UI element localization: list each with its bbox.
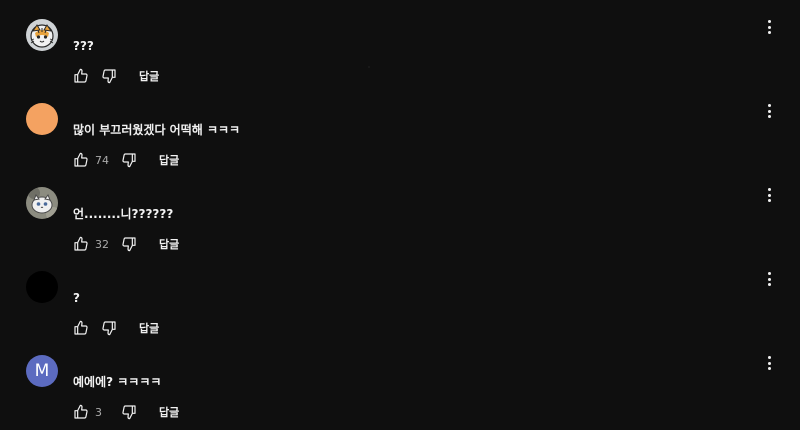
comment-item: ??? 답글 bbox=[0, 19, 800, 103]
more-vert-icon[interactable] bbox=[762, 103, 776, 119]
comment-text: 예에에? ㅋㅋㅋㅋ bbox=[73, 375, 162, 389]
comment-text: ??? bbox=[73, 39, 94, 53]
reply-button[interactable]: 답글 bbox=[139, 320, 159, 336]
reply-button[interactable]: 답글 bbox=[159, 236, 179, 252]
thumbs-up-icon[interactable] bbox=[73, 320, 89, 336]
comment-text: 언........니?????? bbox=[73, 207, 174, 221]
comment-actions: 3 답글 bbox=[73, 404, 179, 420]
reply-button[interactable]: 답글 bbox=[159, 404, 179, 420]
avatar[interactable] bbox=[26, 103, 58, 135]
comment-item: 언........니?????? 32 답글 bbox=[0, 187, 800, 271]
comment-actions: 74 답글 bbox=[73, 152, 179, 168]
avatar[interactable] bbox=[26, 271, 58, 303]
more-vert-icon[interactable] bbox=[762, 271, 776, 287]
thumbs-down-icon[interactable] bbox=[101, 320, 117, 336]
like-count: 3 bbox=[95, 405, 102, 419]
thumbs-down-icon[interactable] bbox=[121, 404, 137, 420]
comment-text: ? bbox=[73, 291, 80, 305]
thumbs-up-icon[interactable] bbox=[73, 236, 89, 252]
comment-actions: 32 답글 bbox=[73, 236, 179, 252]
like-count: 74 bbox=[95, 153, 109, 167]
more-vert-icon[interactable] bbox=[762, 187, 776, 203]
avatar[interactable]: M bbox=[26, 355, 58, 387]
reply-button[interactable]: 답글 bbox=[139, 68, 159, 84]
thumbs-up-icon[interactable] bbox=[73, 68, 89, 84]
comment-text: 많이 부끄러웠겠다 어떡해 ㅋㅋㅋ bbox=[73, 123, 241, 137]
thumbs-up-icon[interactable] bbox=[73, 404, 89, 420]
comment-actions: 답글 bbox=[73, 68, 159, 84]
more-vert-icon[interactable] bbox=[762, 19, 776, 35]
comment-item: 많이 부끄러웠겠다 어떡해 ㅋㅋㅋ 74 답글 bbox=[0, 103, 800, 187]
thumbs-up-icon[interactable] bbox=[73, 152, 89, 168]
like-count: 32 bbox=[95, 237, 109, 251]
avatar[interactable] bbox=[26, 19, 58, 51]
comment-item: M 예에에? ㅋㅋㅋㅋ 3 답글 bbox=[0, 355, 800, 430]
thumbs-down-icon[interactable] bbox=[101, 68, 117, 84]
reply-button[interactable]: 답글 bbox=[159, 152, 179, 168]
more-vert-icon[interactable] bbox=[762, 355, 776, 371]
thumbs-down-icon[interactable] bbox=[121, 152, 137, 168]
comment-actions: 답글 bbox=[73, 320, 159, 336]
stray-dot bbox=[368, 66, 370, 68]
avatar[interactable] bbox=[26, 187, 58, 219]
tiger-avatar-icon bbox=[26, 19, 58, 51]
cat-avatar-icon bbox=[26, 187, 58, 219]
comment-item: ? 답글 bbox=[0, 271, 800, 355]
thumbs-down-icon[interactable] bbox=[121, 236, 137, 252]
